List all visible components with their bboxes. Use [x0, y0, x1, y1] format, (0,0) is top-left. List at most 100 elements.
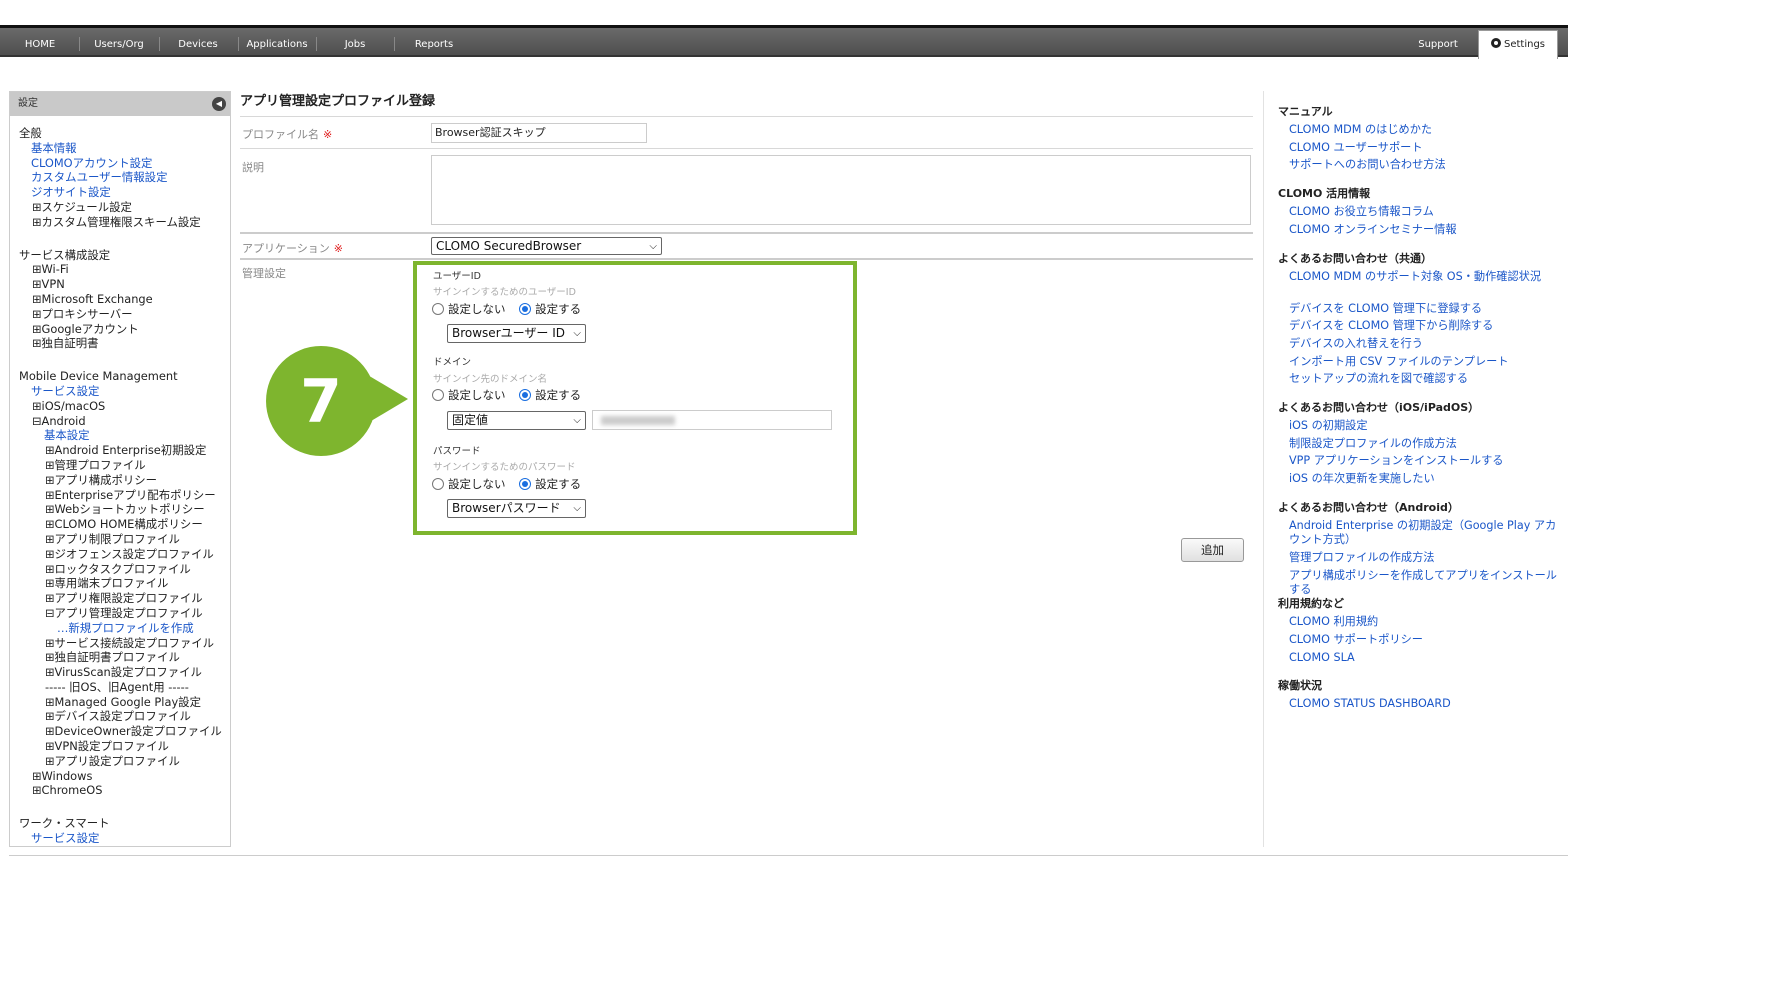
- help-link[interactable]: CLOMO STATUS DASHBOARD: [1289, 697, 1559, 712]
- sidebar-item[interactable]: サービス設定: [10, 384, 230, 399]
- settings-label: Settings: [1503, 39, 1545, 50]
- sidebar-section-heading: Mobile Device Management: [19, 369, 178, 384]
- help-section-title: マニュアル: [1278, 105, 1333, 118]
- user-id-select[interactable]: Browserユーザー ID ⌵: [447, 324, 586, 343]
- sidebar-item[interactable]: ⊞Windows: [10, 769, 230, 784]
- sidebar-item[interactable]: ⊞デバイス設定プロファイル: [10, 709, 230, 724]
- help-link[interactable]: デバイスを CLOMO 管理下から削除する: [1289, 319, 1559, 334]
- help-link[interactable]: CLOMO MDM のサポート対象 OS・動作確認状況: [1289, 270, 1559, 285]
- nav-reports[interactable]: Reports: [400, 28, 468, 57]
- sidebar-item[interactable]: ⊞Microsoft Exchange: [10, 292, 230, 307]
- sidebar-item[interactable]: ⊞VPN設定プロファイル: [10, 739, 230, 754]
- sidebar-item[interactable]: ⊞DeviceOwner設定プロファイル: [10, 724, 230, 739]
- sidebar-item[interactable]: ⊞VirusScan設定プロファイル: [10, 665, 230, 680]
- profile-name-label: プロファイル名 ※: [242, 128, 333, 141]
- sidebar-item[interactable]: ⊞独自証明書プロファイル: [10, 650, 230, 665]
- sidebar-item[interactable]: ⊞VPN: [10, 277, 230, 292]
- nav-applications[interactable]: Applications: [241, 28, 313, 57]
- help-link[interactable]: デバイスを CLOMO 管理下に登録する: [1289, 302, 1559, 317]
- sidebar-item[interactable]: ⊞アプリ権限設定プロファイル: [10, 591, 230, 606]
- domain-off-radio[interactable]: 設定しない: [432, 388, 506, 402]
- sidebar-item[interactable]: ジオサイト設定: [10, 185, 230, 200]
- sidebar-item[interactable]: ⊞ジオフェンス設定プロファイル: [10, 547, 230, 562]
- nav-settings[interactable]: Settings: [1478, 30, 1558, 59]
- help-link[interactable]: CLOMO ユーザーサポート: [1289, 141, 1559, 156]
- nav-support[interactable]: Support: [1405, 28, 1471, 57]
- sidebar-item[interactable]: ⊞iOS/macOS: [10, 399, 230, 414]
- collapse-sidebar-icon[interactable]: ◀: [212, 97, 226, 111]
- nav-devices[interactable]: Devices: [165, 28, 231, 57]
- sidebar-item[interactable]: ⊞専用端末プロファイル: [10, 576, 230, 591]
- help-link[interactable]: サポートへのお問い合わせ方法: [1289, 158, 1559, 173]
- help-link[interactable]: Android Enterprise の初期設定（Google Play アカウ…: [1289, 519, 1559, 548]
- password-select[interactable]: Browserパスワード ⌵: [447, 499, 586, 518]
- application-select[interactable]: CLOMO SecuredBrowser ⌵: [431, 237, 662, 255]
- help-link[interactable]: CLOMO MDM のはじめかた: [1289, 123, 1559, 138]
- password-off-radio[interactable]: 設定しない: [432, 477, 506, 491]
- sidebar-tree: 全般 基本情報 CLOMOアカウント設定 カスタムユーザー情報設定 ジオサイト設定 ⊞スケ…: [10, 116, 230, 846]
- sidebar-item[interactable]: サービス設定: [10, 831, 230, 846]
- sidebar-item[interactable]: ⊞アプリ構成ポリシー: [10, 473, 230, 488]
- user-id-off-radio[interactable]: 設定しない: [432, 302, 506, 316]
- sidebar-item[interactable]: ⊞Webショートカットポリシー: [10, 502, 230, 517]
- sidebar-item[interactable]: …新規プロファイルを作成: [10, 621, 230, 636]
- sidebar-item[interactable]: ⊞アプリ設定プロファイル: [10, 754, 230, 769]
- sidebar-item[interactable]: ⊞管理プロファイル: [10, 458, 230, 473]
- help-link[interactable]: セットアップの流れを図で確認する: [1289, 372, 1559, 387]
- add-button[interactable]: 追加: [1181, 538, 1244, 562]
- description-textarea[interactable]: [431, 155, 1251, 225]
- help-link[interactable]: 管理プロファイルの作成方法: [1289, 551, 1559, 566]
- radio-icon: [432, 478, 444, 490]
- help-link[interactable]: デバイスの入れ替えを行う: [1289, 337, 1559, 352]
- help-link[interactable]: CLOMO お役立ち情報コラム: [1289, 205, 1559, 220]
- sidebar-item[interactable]: ⊞Wi-Fi: [10, 262, 230, 277]
- sidebar-item[interactable]: ⊞CLOMO HOME構成ポリシー: [10, 517, 230, 532]
- help-link[interactable]: CLOMO 利用規約: [1289, 615, 1559, 630]
- sidebar-item[interactable]: ⊞独自証明書: [10, 336, 230, 351]
- sidebar-item[interactable]: ⊞ChromeOS: [10, 783, 230, 798]
- password-on-radio[interactable]: 設定する: [519, 477, 581, 491]
- domain-on-radio[interactable]: 設定する: [519, 388, 581, 402]
- sidebar-item[interactable]: CLOMOアカウント設定: [10, 156, 230, 171]
- help-link[interactable]: インポート用 CSV ファイルのテンプレート: [1289, 355, 1559, 370]
- nav-home[interactable]: HOME: [10, 28, 70, 57]
- sidebar-item[interactable]: ⊞サービス接続設定プロファイル: [10, 636, 230, 651]
- sidebar-item[interactable]: ⊞スケジュール設定: [10, 200, 230, 215]
- sidebar-item: ----- 旧OS、旧Agent用 -----: [45, 679, 189, 694]
- user-id-on-radio[interactable]: 設定する: [519, 302, 581, 316]
- sidebar-item[interactable]: ⊞アプリ制限プロファイル: [10, 532, 230, 547]
- nav-users-org[interactable]: Users/Org: [84, 28, 154, 57]
- help-link[interactable]: iOS の初期設定: [1289, 419, 1559, 434]
- sidebar-item[interactable]: ⊞カスタム管理権限スキーム設定: [10, 215, 230, 230]
- sidebar-section-heading: サービス構成設定: [19, 247, 111, 262]
- radio-label: 設定する: [535, 302, 582, 316]
- sidebar-item[interactable]: ⊞Enterpriseアプリ配布ポリシー: [10, 488, 230, 503]
- sidebar-item[interactable]: ⊞Managed Google Play設定: [10, 695, 230, 710]
- nav-jobs[interactable]: Jobs: [322, 28, 388, 57]
- sidebar-item[interactable]: カスタムユーザー情報設定: [10, 170, 230, 185]
- help-link[interactable]: iOS の年次更新を実施したい: [1289, 472, 1559, 487]
- user-id-select-value: Browserユーザー ID: [452, 326, 565, 340]
- help-link[interactable]: CLOMO オンラインセミナー情報: [1289, 223, 1559, 238]
- help-link[interactable]: 制限設定プロファイルの作成方法: [1289, 437, 1559, 452]
- sidebar-item[interactable]: ⊞Googleアカウント: [10, 322, 230, 337]
- sidebar-item[interactable]: 基本情報: [10, 141, 230, 156]
- right-help-panel: マニュアル CLOMO MDM のはじめかた CLOMO ユーザーサポート サポートへ…: [1263, 91, 1568, 847]
- sidebar-item[interactable]: 基本設定: [10, 428, 230, 443]
- help-link[interactable]: CLOMO SLA: [1289, 651, 1559, 666]
- domain-value-input[interactable]: [592, 410, 832, 430]
- gear-icon: [1490, 38, 1501, 48]
- sidebar-header: 設定 ◀: [10, 92, 230, 116]
- help-link[interactable]: アプリ構成ポリシーを作成してアプリをインストールする: [1289, 569, 1559, 598]
- sidebar-item[interactable]: ⊞プロキシサーバー: [10, 307, 230, 322]
- help-link[interactable]: VPP アプリケーションをインストールする: [1289, 454, 1559, 469]
- profile-name-input[interactable]: Browser認証スキップ: [431, 123, 647, 143]
- sidebar-item[interactable]: ⊟アプリ管理設定プロファイル: [10, 606, 230, 621]
- help-section-title: よくあるお問い合わせ（共通）: [1278, 251, 1432, 265]
- sidebar-item[interactable]: ⊞Android Enterprise初期設定: [10, 443, 230, 458]
- domain-select[interactable]: 固定値 ⌵: [447, 411, 586, 430]
- help-link[interactable]: CLOMO サポートポリシー: [1289, 633, 1559, 648]
- sidebar-item[interactable]: ⊞ロックタスクプロファイル: [10, 562, 230, 577]
- sidebar-item[interactable]: ⊟Android: [10, 414, 230, 429]
- help-section-title: 利用規約など: [1278, 597, 1344, 611]
